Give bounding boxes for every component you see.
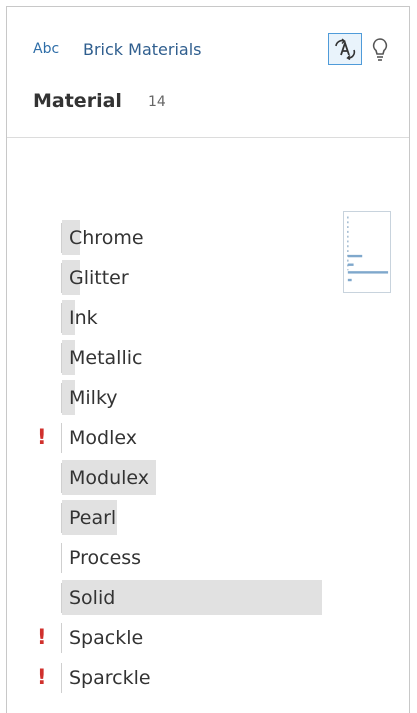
data-type-badge[interactable]: Abc xyxy=(33,41,59,57)
value-row-solid[interactable]: Solid xyxy=(7,579,409,619)
source-name: Brick Materials xyxy=(83,40,202,59)
profile-card: Abc Brick Materials Material 14 Chrome Gl… xyxy=(6,6,410,713)
value-label: Pearl xyxy=(69,507,117,529)
value-label: Chrome xyxy=(69,227,144,249)
value-row-ink[interactable]: Ink xyxy=(7,299,409,339)
value-label: Modulex xyxy=(69,467,149,489)
value-label: Glitter xyxy=(69,267,129,289)
row-divider xyxy=(61,623,62,653)
value-label: Solid xyxy=(69,587,116,609)
warning-icon[interactable]: ! xyxy=(37,625,47,649)
recommendations-button[interactable] xyxy=(328,33,362,65)
row-divider xyxy=(61,423,62,453)
recommendations-icon xyxy=(335,38,356,60)
row-divider xyxy=(61,383,62,413)
value-label: Milky xyxy=(69,387,118,409)
value-row-milky[interactable]: Milky xyxy=(7,379,409,419)
value-row-sparckle[interactable]: ! Sparckle xyxy=(7,659,409,699)
value-row-glitter[interactable]: Glitter xyxy=(7,259,409,299)
row-divider xyxy=(61,263,62,293)
value-row-modlex[interactable]: ! Modlex xyxy=(7,419,409,459)
value-row-metallic[interactable]: Metallic xyxy=(7,339,409,379)
card-header: Abc Brick Materials Material 14 xyxy=(7,7,409,138)
value-row-process[interactable]: Process xyxy=(7,539,409,579)
value-row-modulex[interactable]: Modulex xyxy=(7,459,409,499)
lightbulb-icon[interactable] xyxy=(371,37,389,63)
row-divider xyxy=(61,303,62,333)
row-divider xyxy=(61,223,62,253)
distinct-count: 14 xyxy=(148,94,166,110)
value-label: Modlex xyxy=(69,427,137,449)
value-row-spackle[interactable]: ! Spackle xyxy=(7,619,409,659)
row-divider xyxy=(61,463,62,493)
warning-icon[interactable]: ! xyxy=(37,665,47,689)
field-title: Material xyxy=(33,90,122,112)
value-label: Ink xyxy=(69,307,98,329)
warning-icon[interactable]: ! xyxy=(37,425,47,449)
row-divider xyxy=(61,583,62,613)
row-divider xyxy=(61,343,62,373)
value-row-chrome[interactable]: Chrome xyxy=(7,219,409,259)
value-label: Spackle xyxy=(69,627,144,649)
value-label: Process xyxy=(69,547,142,569)
row-divider xyxy=(61,503,62,533)
row-divider xyxy=(61,543,62,573)
value-list: Chrome Glitter Ink Metallic Milky! Modlex Modu… xyxy=(7,219,409,699)
row-divider xyxy=(61,663,62,693)
value-label: Sparckle xyxy=(69,667,151,689)
value-label: Metallic xyxy=(69,347,143,369)
value-row-pearl[interactable]: Pearl xyxy=(7,499,409,539)
